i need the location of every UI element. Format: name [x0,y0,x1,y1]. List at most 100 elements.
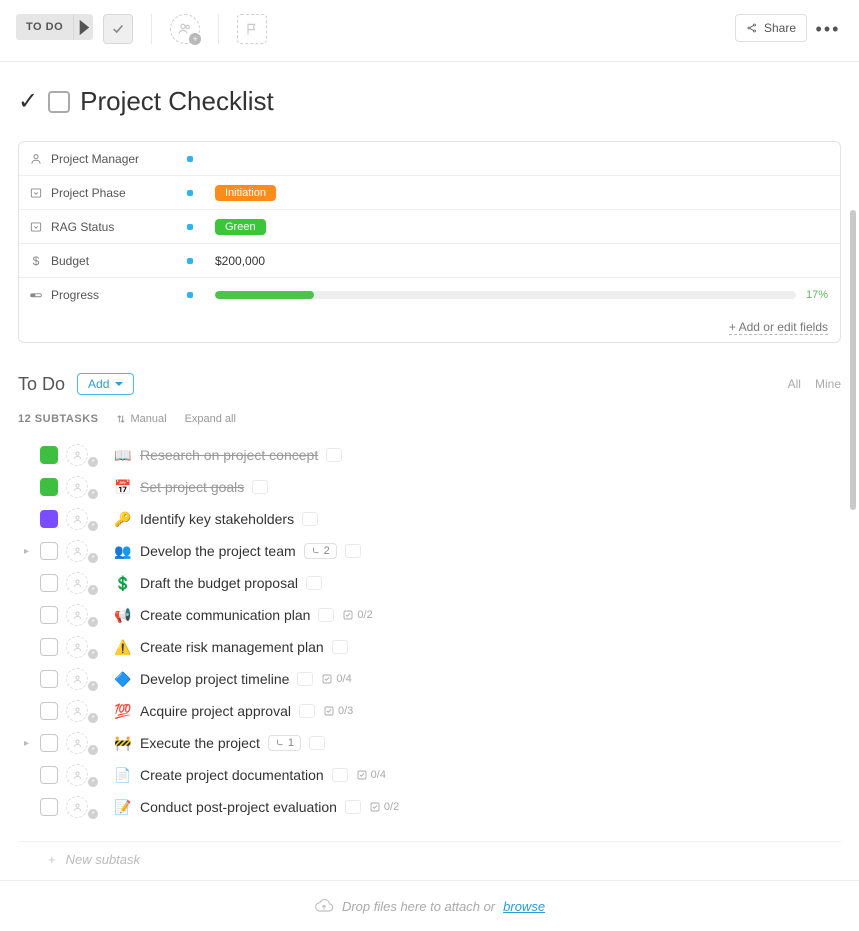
assignee-avatar[interactable] [66,732,88,754]
task-row[interactable]: + 💲 Draft the budget proposal [18,567,841,599]
assignee-add-icon: + [88,521,98,531]
tag-placeholder[interactable] [345,544,361,558]
field-label: RAG Status [19,214,203,240]
assignee-avatar[interactable] [66,636,88,658]
task-row[interactable]: ▸ + 👥 Develop the project team 2 [18,535,841,567]
task-title[interactable]: Develop project timeline [140,671,289,687]
task-checkbox[interactable] [40,670,58,688]
task-title[interactable]: Conduct post-project evaluation [140,799,337,815]
new-subtask-input[interactable]: + New subtask [18,841,841,877]
task-row[interactable]: + 📅 Set project goals [18,471,841,503]
tag-placeholder[interactable] [345,800,361,814]
field-value-cell[interactable]: Initiation [203,179,840,207]
expand-all-control[interactable]: Expand all [185,413,236,425]
task-checkbox[interactable] [40,478,58,496]
task-checkbox[interactable] [40,702,58,720]
tag-placeholder[interactable] [306,576,322,590]
task-title[interactable]: Create communication plan [140,607,310,623]
custom-field-row[interactable]: Project Phase Initiation [19,176,840,210]
subtask-count-badge[interactable]: 2 [304,543,337,559]
add-fields-row[interactable]: + Add or edit fields [19,312,840,342]
field-value-cell[interactable]: 17% [203,283,840,307]
assignee-avatar[interactable] [66,700,88,722]
field-value-cell[interactable]: $200,000 [203,248,840,274]
add-task-button[interactable]: Add [77,373,134,395]
assignee-avatar[interactable] [66,508,88,530]
custom-field-row[interactable]: RAG Status Green [19,210,840,244]
assignee-avatar[interactable] [66,764,88,786]
task-title[interactable]: Execute the project [140,735,260,751]
task-checkbox[interactable] [40,798,58,816]
task-title[interactable]: Create project documentation [140,767,324,783]
task-title[interactable]: Set project goals [140,479,244,495]
expand-caret-icon[interactable]: ▸ [24,546,32,557]
add-fields-link[interactable]: + Add or edit fields [729,320,828,335]
task-emoji-icon: 📄 [114,767,132,784]
mark-complete-button[interactable] [103,14,133,44]
task-row[interactable]: + 📢 Create communication plan 0/2 [18,599,841,631]
task-checkbox[interactable] [40,638,58,656]
task-checkbox[interactable] [40,606,58,624]
dropzone-browse-link[interactable]: browse [503,899,545,914]
assignee-avatar[interactable] [66,604,88,626]
task-checkbox[interactable] [40,446,58,464]
assignee-avatar[interactable] [66,572,88,594]
task-row[interactable]: + 🔷 Develop project timeline 0/4 [18,663,841,695]
share-button[interactable]: Share [735,14,807,42]
field-value-cell[interactable] [203,153,840,165]
tag-placeholder[interactable] [302,512,318,526]
page-title[interactable]: Project Checklist [80,86,274,117]
task-row[interactable]: + 📖 Research on project concept [18,439,841,471]
filter-all[interactable]: All [788,377,801,391]
task-row[interactable]: + ⚠️ Create risk management plan [18,631,841,663]
task-title[interactable]: Create risk management plan [140,639,324,655]
assignee-avatar[interactable] [66,796,88,818]
assignee-avatar[interactable] [66,540,88,562]
status-button[interactable]: TO DO [16,14,73,40]
tag-placeholder[interactable] [332,768,348,782]
sort-control[interactable]: Manual [116,413,166,425]
field-visibility-icon [187,258,193,264]
task-checkbox[interactable] [40,734,58,752]
task-title[interactable]: Research on project concept [140,447,318,463]
more-menu-button[interactable]: ••• [813,14,843,44]
assignees-button[interactable]: + [170,14,200,44]
task-checkbox[interactable] [40,510,58,528]
custom-field-row[interactable]: $ Budget $200,000 [19,244,840,278]
task-title[interactable]: Acquire project approval [140,703,291,719]
task-row[interactable]: ▸ + 🚧 Execute the project 1 [18,727,841,759]
task-title[interactable]: Draft the budget proposal [140,575,298,591]
task-checkbox[interactable] [40,574,58,592]
tag-placeholder[interactable] [297,672,313,686]
task-row[interactable]: + 📄 Create project documentation 0/4 [18,759,841,791]
status-next-button[interactable] [73,14,93,40]
task-row[interactable]: + 💯 Acquire project approval 0/3 [18,695,841,727]
task-checkbox[interactable] [40,542,58,560]
subtask-count-badge[interactable]: 1 [268,735,301,751]
assignee-avatar[interactable] [66,668,88,690]
scrollbar[interactable] [847,210,859,770]
task-title[interactable]: Identify key stakeholders [140,511,294,527]
tag-placeholder[interactable] [326,448,342,462]
add-label: Add [88,377,109,391]
custom-field-row[interactable]: Progress 17% [19,278,840,312]
task-title[interactable]: Develop the project team [140,543,296,559]
assignee-avatar[interactable] [66,476,88,498]
field-value-cell[interactable]: Green [203,213,840,241]
tag-placeholder[interactable] [252,480,268,494]
task-checkbox[interactable] [40,766,58,784]
attachment-dropzone[interactable]: Drop files here to attach or browse [0,880,859,931]
tag-placeholder[interactable] [318,608,334,622]
priority-button[interactable] [237,14,267,44]
task-row[interactable]: + 📝 Conduct post-project evaluation 0/2 [18,791,841,823]
tag-placeholder[interactable] [309,736,325,750]
task-row[interactable]: + 🔑 Identify key stakeholders [18,503,841,535]
tag-placeholder[interactable] [332,640,348,654]
check-icon [111,22,125,36]
custom-field-row[interactable]: Project Manager [19,142,840,176]
assignee-avatar[interactable] [66,444,88,466]
expand-caret-icon[interactable]: ▸ [24,738,32,749]
filter-mine[interactable]: Mine [815,377,841,391]
tag-placeholder[interactable] [299,704,315,718]
scrollbar-thumb[interactable] [850,210,856,510]
